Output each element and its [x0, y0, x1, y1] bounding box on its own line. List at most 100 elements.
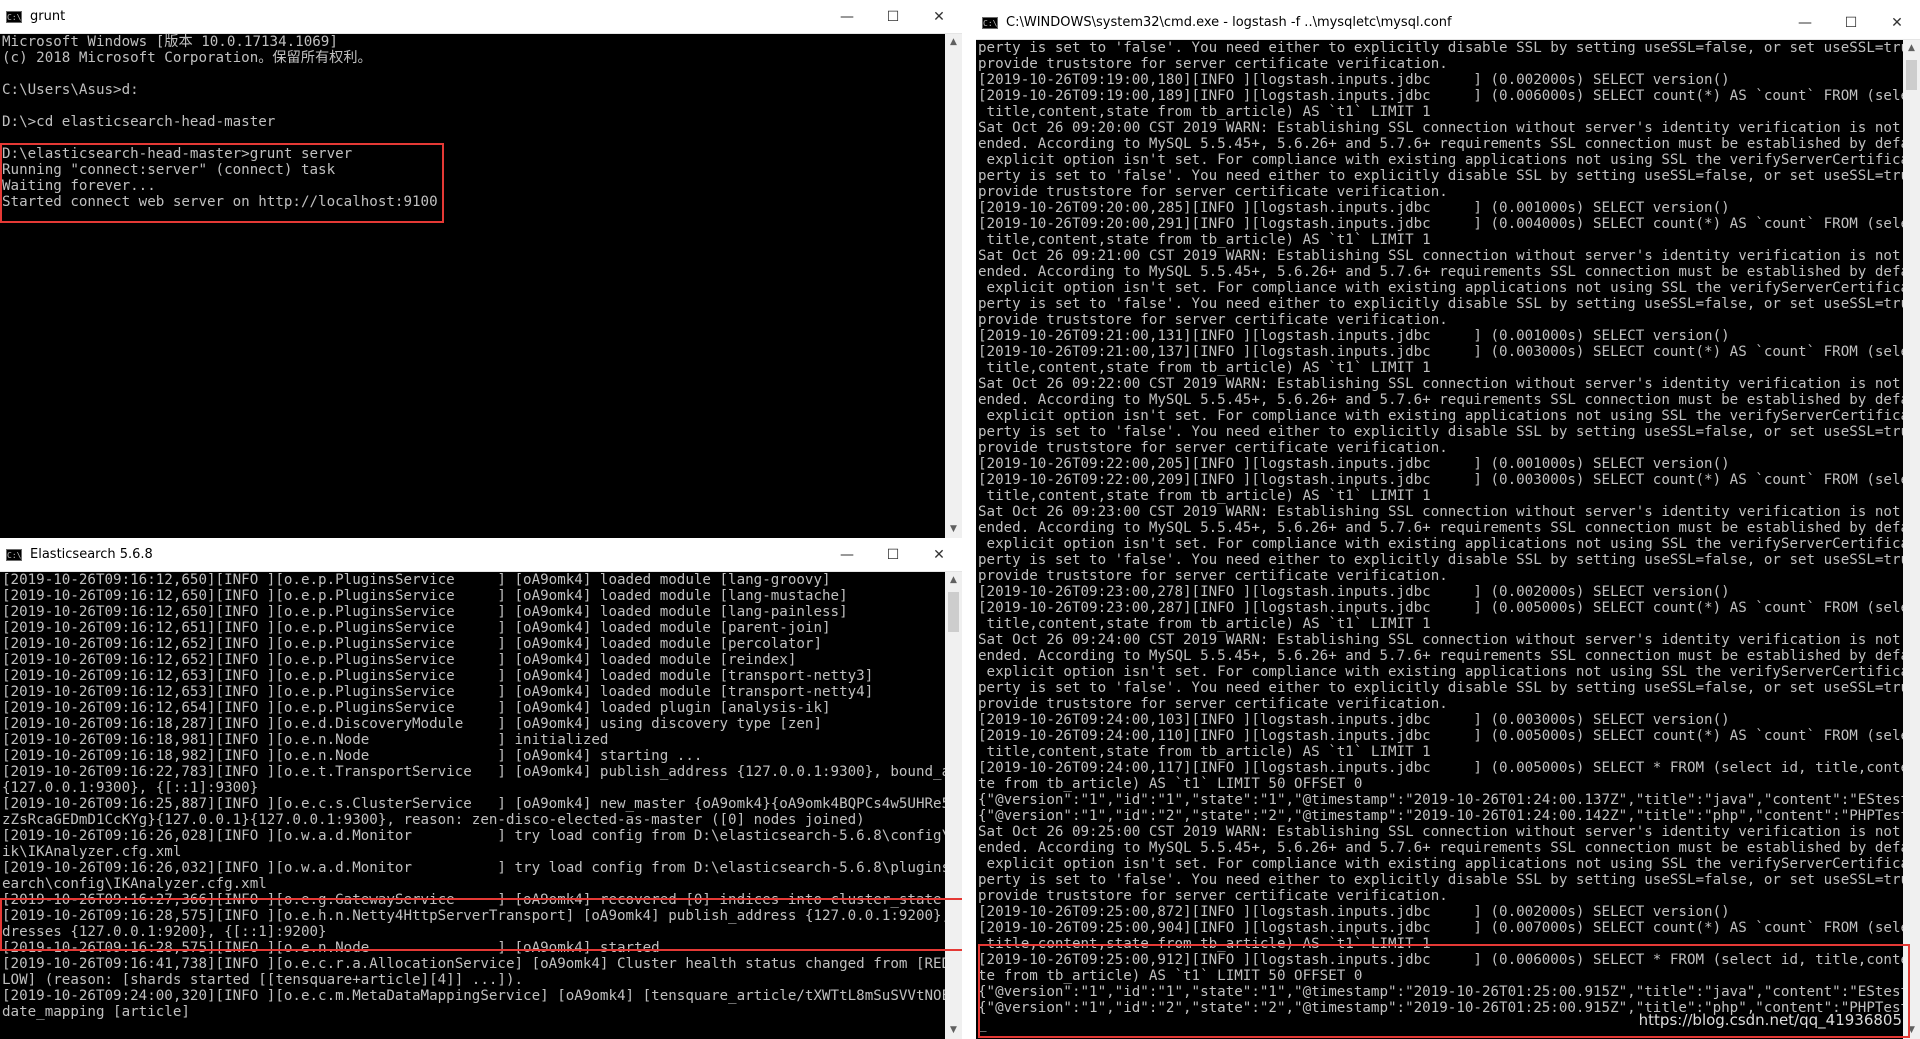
- console-app-icon: C:\: [982, 16, 998, 29]
- scroll-down-arrow-icon[interactable]: ▼: [945, 1022, 962, 1039]
- console-line: [2019-10-26T09:16:12,652][INFO ][o.e.p.P…: [2, 652, 797, 668]
- console-line: [2019-10-26T09:16:12,650][INFO ][o.e.p.P…: [2, 604, 848, 620]
- grunt-titlebar[interactable]: C:\ grunt — ☐ ✕: [0, 0, 962, 34]
- console-line: LOW] (reason: [shards started [[tensquar…: [2, 972, 524, 988]
- console-app-icon: C:\: [6, 548, 22, 561]
- scroll-up-arrow-icon[interactable]: ▲: [1903, 40, 1920, 57]
- console-line: [2019-10-26T09:24:00,103][INFO ][logstas…: [978, 712, 1730, 728]
- logstash-window-title: C:\WINDOWS\system32\cmd.exe - logstash -…: [1006, 15, 1452, 30]
- logstash-titlebar[interactable]: C:\ C:\WINDOWS\system32\cmd.exe - logsta…: [976, 6, 1920, 40]
- console-line: [2019-10-26T09:16:22,783][INFO ][o.e.t.T…: [2, 764, 945, 780]
- console-line: [2019-10-26T09:16:18,981][INFO ][o.e.n.N…: [2, 732, 609, 748]
- logstash-window[interactable]: C:\ C:\WINDOWS\system32\cmd.exe - logsta…: [976, 6, 1920, 1039]
- console-line: [2019-10-26T09:16:12,653][INFO ][o.e.p.P…: [2, 668, 874, 684]
- console-line: zZsRcaGEDmD1CcKYg}{127.0.0.1}{127.0.0.1:…: [2, 812, 865, 828]
- console-line: [2019-10-26T09:23:00,278][INFO ][logstas…: [978, 584, 1730, 600]
- console-line: provide truststore for server certificat…: [978, 568, 1448, 584]
- console-line: perty is set to 'false'. You need either…: [978, 872, 1903, 888]
- console-line: [2019-10-26T09:24:00,320][INFO ][o.e.c.m…: [2, 988, 945, 1004]
- logstash-scroll-thumb[interactable]: [1906, 60, 1917, 90]
- console-line: explicit option isn't set. For complianc…: [978, 664, 1903, 680]
- console-line: title,content,state from tb_article) AS …: [978, 360, 1431, 376]
- console-line: dresses {127.0.0.1:9200}, {[::1]:9200}: [2, 924, 327, 940]
- console-line: Sat Oct 26 09:24:00 CST 2019 WARN: Estab…: [978, 632, 1903, 648]
- console-line: [2019-10-26T09:25:00,912][INFO ][logstas…: [978, 952, 1903, 968]
- console-line: title,content,state from tb_article) AS …: [978, 104, 1431, 120]
- console-line: earch\config\IKAnalyzer.cfg.xml: [2, 876, 267, 892]
- scroll-down-arrow-icon[interactable]: ▼: [945, 521, 962, 538]
- elasticsearch-window[interactable]: C:\ Elasticsearch 5.6.8 — ☐ ✕ [2019-10-2…: [0, 538, 962, 1039]
- maximize-button[interactable]: ☐: [1828, 6, 1874, 40]
- minimize-button[interactable]: —: [824, 538, 870, 572]
- console-line: [2019-10-26T09:19:00,180][INFO ][logstas…: [978, 72, 1730, 88]
- console-line: Microsoft Windows [版本 10.0.17134.1069]: [2, 34, 338, 50]
- console-line: [2019-10-26T09:21:00,137][INFO ][logstas…: [978, 344, 1903, 360]
- console-line: te from tb_article) AS `t1` LIMIT 50 OFF…: [978, 776, 1363, 792]
- maximize-button[interactable]: ☐: [870, 0, 916, 34]
- console-line: [2019-10-26T09:23:00,287][INFO ][logstas…: [978, 600, 1903, 616]
- console-app-icon: C:\: [6, 10, 22, 23]
- console-line: [2019-10-26T09:16:25,887][INFO ][o.e.c.s…: [2, 796, 945, 812]
- console-line: [2019-10-26T09:21:00,131][INFO ][logstas…: [978, 328, 1730, 344]
- console-line: title,content,state from tb_article) AS …: [978, 488, 1431, 504]
- console-line: [2019-10-26T09:25:00,904][INFO ][logstas…: [978, 920, 1903, 936]
- logstash-scrollbar[interactable]: ▲ ▼: [1903, 40, 1920, 1039]
- console-line: [2019-10-26T09:19:00,189][INFO ][logstas…: [978, 88, 1903, 104]
- console-line: {127.0.0.1:9300}, {[::1]:9300}: [2, 780, 259, 796]
- console-line: [2019-10-26T09:16:28,575][INFO ][o.e.n.N…: [2, 940, 660, 956]
- console-line: [2019-10-26T09:16:18,982][INFO ][o.e.n.N…: [2, 748, 703, 764]
- console-line: [2019-10-26T09:25:00,872][INFO ][logstas…: [978, 904, 1730, 920]
- es-titlebar[interactable]: C:\ Elasticsearch 5.6.8 — ☐ ✕: [0, 538, 962, 572]
- maximize-button[interactable]: ☐: [870, 538, 916, 572]
- console-line: [2019-10-26T09:16:12,653][INFO ][o.e.p.P…: [2, 684, 874, 700]
- grunt-scrollbar[interactable]: ▲ ▼: [945, 34, 962, 538]
- console-line: provide truststore for server certificat…: [978, 56, 1448, 72]
- console-line: perty is set to 'false'. You need either…: [978, 168, 1903, 184]
- es-window-title: Elasticsearch 5.6.8: [30, 547, 153, 562]
- scroll-up-arrow-icon[interactable]: ▲: [945, 572, 962, 589]
- es-scroll-thumb[interactable]: [948, 592, 959, 632]
- console-line: ended. According to MySQL 5.5.45+, 5.6.2…: [978, 136, 1903, 152]
- console-line: explicit option isn't set. For complianc…: [978, 280, 1903, 296]
- console-line: perty is set to 'false'. You need either…: [978, 40, 1903, 56]
- console-line: date_mapping [article]: [2, 1004, 190, 1020]
- console-line: [2019-10-26T09:16:12,651][INFO ][o.e.p.P…: [2, 620, 831, 636]
- minimize-button[interactable]: —: [824, 0, 870, 34]
- grunt-console-output[interactable]: Microsoft Windows [版本 10.0.17134.1069] (c…: [0, 34, 945, 538]
- logstash-console-output[interactable]: perty is set to 'false'. You need either…: [976, 40, 1903, 1039]
- grunt-window-title: grunt: [30, 9, 66, 24]
- scroll-down-arrow-icon[interactable]: ▼: [1903, 1022, 1920, 1039]
- console-line: explicit option isn't set. For complianc…: [978, 856, 1903, 872]
- close-button[interactable]: ✕: [916, 0, 962, 34]
- console-line: perty is set to 'false'. You need either…: [978, 296, 1903, 312]
- es-console-output[interactable]: [2019-10-26T09:16:12,650][INFO ][o.e.p.P…: [0, 572, 945, 1039]
- grunt-window[interactable]: C:\ grunt — ☐ ✕ Microsoft Windows [版本 10…: [0, 0, 962, 538]
- console-line: provide truststore for server certificat…: [978, 440, 1448, 456]
- minimize-button[interactable]: —: [1782, 6, 1828, 40]
- console-line: title,content,state from tb_article) AS …: [978, 232, 1431, 248]
- console-line: ended. According to MySQL 5.5.45+, 5.6.2…: [978, 392, 1903, 408]
- console-line: (c) 2018 Microsoft Corporation。保留所有权利。: [2, 50, 372, 66]
- watermark-text: https://blog.csdn.net/qq_41936805: [1638, 1011, 1902, 1029]
- close-button[interactable]: ✕: [916, 538, 962, 572]
- console-line: provide truststore for server certificat…: [978, 184, 1448, 200]
- console-line: D:\>cd elasticsearch-head-master: [2, 114, 276, 130]
- console-line: [2019-10-26T09:24:00,110][INFO ][logstas…: [978, 728, 1903, 744]
- console-line: ended. According to MySQL 5.5.45+, 5.6.2…: [978, 264, 1903, 280]
- scroll-up-arrow-icon[interactable]: ▲: [945, 34, 962, 51]
- console-line: Started connect web server on http://loc…: [2, 194, 438, 210]
- close-button[interactable]: ✕: [1874, 6, 1920, 40]
- console-line: Waiting forever...: [2, 178, 156, 194]
- console-line: Running "connect:server" (connect) task: [2, 162, 336, 178]
- console-line: [2019-10-26T09:16:28,575][INFO ][o.e.h.n…: [2, 908, 945, 924]
- console-line: [2019-10-26T09:24:00,117][INFO ][logstas…: [978, 760, 1903, 776]
- es-scrollbar[interactable]: ▲ ▼: [945, 572, 962, 1039]
- console-line: title,content,state from tb_article) AS …: [978, 936, 1431, 952]
- console-line: provide truststore for server certificat…: [978, 888, 1448, 904]
- console-line: [2019-10-26T09:16:26,028][INFO ][o.w.a.d…: [2, 828, 945, 844]
- console-line: [2019-10-26T09:16:26,032][INFO ][o.w.a.d…: [2, 860, 945, 876]
- console-line: [2019-10-26T09:16:18,287][INFO ][o.e.d.D…: [2, 716, 822, 732]
- console-line: {"@version":"1","id":"1","state":"1","@t…: [978, 984, 1903, 1000]
